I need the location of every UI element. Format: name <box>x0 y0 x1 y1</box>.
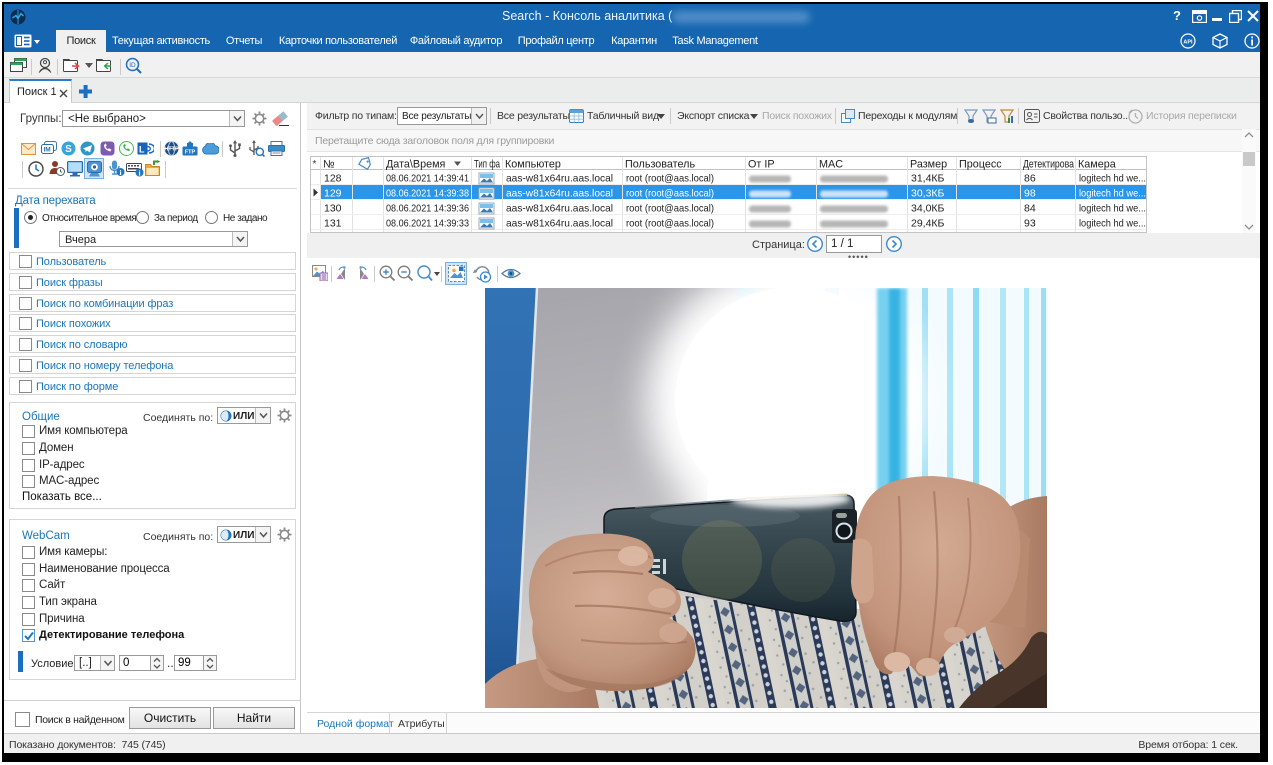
svg-text:От IP: От IP <box>748 159 775 171</box>
svg-text:Детектирова: Детектирова <box>1023 159 1074 171</box>
svg-text:aas-w81x64ru.aas.local: aas-w81x64ru.aas.local <box>506 218 613 230</box>
svg-text:Размер: Размер <box>910 159 947 171</box>
svg-text:aas-w81x64ru.aas.local: aas-w81x64ru.aas.local <box>506 188 613 200</box>
svg-text:34,0КБ: 34,0КБ <box>911 203 945 215</box>
svg-text:MAC: MAC <box>819 159 843 171</box>
svg-text:Тип фа: Тип фа <box>474 159 500 171</box>
svg-text:S: S <box>65 144 72 155</box>
svg-text:Камера: Камера <box>1078 159 1116 171</box>
svg-text:root (root@aas.local): root (root@aas.local) <box>626 203 714 215</box>
svg-text:i: i <box>119 168 121 177</box>
svg-text:root (root@aas.local): root (root@aas.local) <box>626 218 714 230</box>
svg-text:aas-w81x64ru.aas.local: aas-w81x64ru.aas.local <box>506 203 613 215</box>
svg-text:logitech hd we...: logitech hd we... <box>1079 173 1146 185</box>
svg-text:IM: IM <box>44 147 51 154</box>
svg-text:31,4КБ: 31,4КБ <box>911 173 945 185</box>
svg-text:ID: ID <box>129 62 136 69</box>
svg-text:API: API <box>1183 40 1193 46</box>
svg-text:93: 93 <box>1024 218 1036 230</box>
svg-text:08.06.2021 14:39:33: 08.06.2021 14:39:33 <box>386 218 469 230</box>
svg-text:FTP: FTP <box>185 150 196 156</box>
svg-text:root (root@aas.local): root (root@aas.local) <box>626 188 714 200</box>
svg-text:Компьютер: Компьютер <box>505 159 561 171</box>
svg-text:i: i <box>138 168 140 177</box>
svg-text:84: 84 <box>1024 203 1036 215</box>
svg-text:*: * <box>313 159 317 170</box>
svg-text:130: 130 <box>324 203 342 215</box>
svg-text:Пользователь: Пользователь <box>625 159 695 171</box>
svg-text:129: 129 <box>324 188 342 200</box>
svg-text:logitech hd we...: logitech hd we... <box>1079 188 1146 200</box>
svg-text:logitech hd we...: logitech hd we... <box>1079 218 1146 230</box>
svg-text:86: 86 <box>1024 173 1036 185</box>
svg-text:30,3КБ: 30,3КБ <box>911 188 945 200</box>
svg-text:08.06.2021 14:39:41: 08.06.2021 14:39:41 <box>386 173 469 185</box>
svg-text:L: L <box>139 145 145 155</box>
svg-text:29,4КБ: 29,4КБ <box>911 218 945 230</box>
svg-text:08.06.2021 14:39:36: 08.06.2021 14:39:36 <box>386 203 469 215</box>
svg-text:№: № <box>323 159 335 171</box>
svg-text:Дата\Время: Дата\Время <box>386 159 446 171</box>
svg-text:aas-w81x64ru.aas.local: aas-w81x64ru.aas.local <box>506 173 613 185</box>
svg-text:logitech hd we...: logitech hd we... <box>1079 203 1146 215</box>
svg-text:root (root@aas.local): root (root@aas.local) <box>626 173 714 185</box>
svg-text:98: 98 <box>1024 188 1036 200</box>
svg-text:Процесс: Процесс <box>959 159 1002 171</box>
svg-text:128: 128 <box>324 173 342 185</box>
svg-text:08.06.2021 14:39:38: 08.06.2021 14:39:38 <box>386 188 469 200</box>
svg-text:HTTP: HTTP <box>164 147 179 153</box>
svg-text:131: 131 <box>324 218 342 230</box>
